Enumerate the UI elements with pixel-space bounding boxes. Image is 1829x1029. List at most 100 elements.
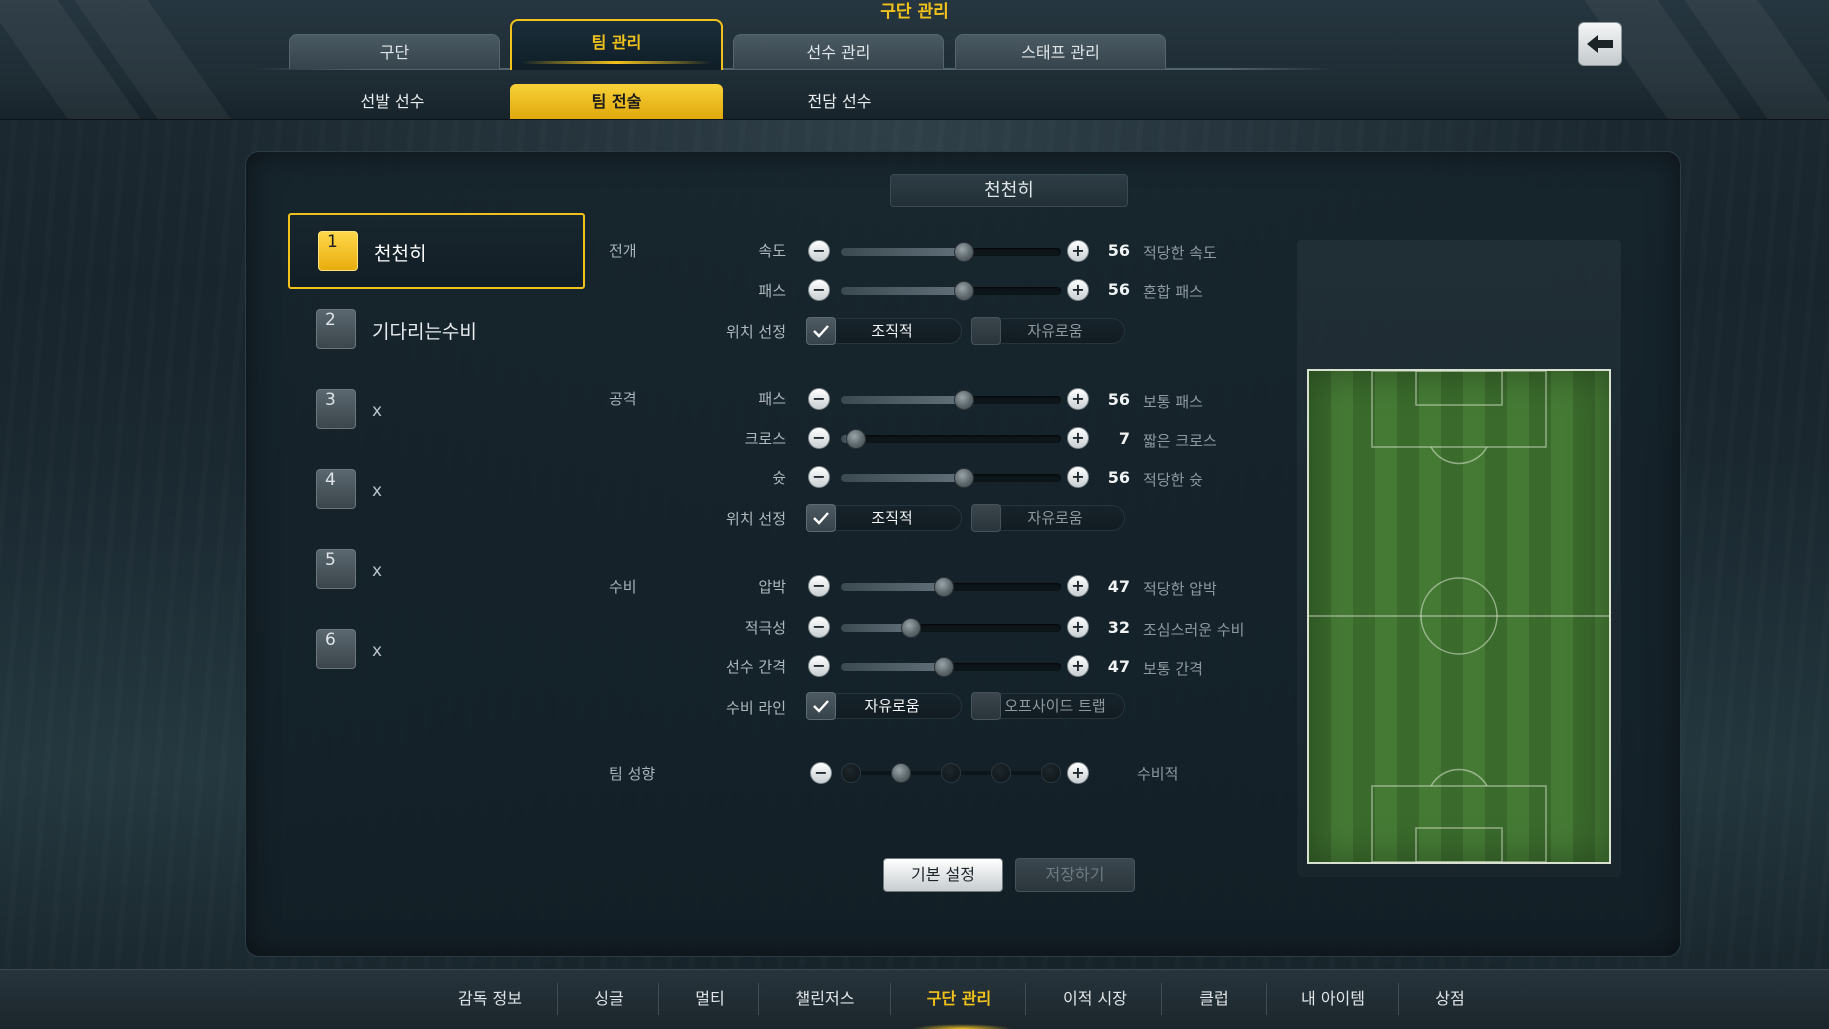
defense-width-slider[interactable] xyxy=(841,657,1061,677)
nav-my-items[interactable]: 내 아이템 xyxy=(1283,984,1383,1014)
save-button[interactable]: 저장하기 xyxy=(1015,858,1135,892)
row-label: 슛 xyxy=(772,469,786,487)
nav-divider xyxy=(1266,983,1267,1015)
slider-value: 47 xyxy=(1107,657,1130,676)
tactic-number-badge: 5 xyxy=(316,549,356,589)
nav-challengers[interactable]: 챌린저스 xyxy=(775,984,875,1014)
default-settings-button[interactable]: 기본 설정 xyxy=(883,858,1003,892)
increase-button[interactable]: + xyxy=(1067,388,1089,410)
row-label: 위치 선정 xyxy=(726,510,786,528)
nav-divider xyxy=(557,983,558,1015)
slider-description: 보통 간격 xyxy=(1143,660,1203,678)
slider-fill xyxy=(841,287,965,295)
slider-fill xyxy=(841,248,965,256)
tab-player-management[interactable]: 선수 관리 xyxy=(733,34,944,69)
slider-value: 32 xyxy=(1107,618,1130,637)
row-label: 선수 간격 xyxy=(726,658,786,676)
slider-value: 56 xyxy=(1107,390,1130,409)
decrease-button[interactable]: − xyxy=(808,240,830,262)
tactic-slot-2[interactable]: 2 기다리는수비 xyxy=(288,293,585,369)
row-label: 적극성 xyxy=(744,619,786,637)
checkbox-checked[interactable] xyxy=(806,317,836,345)
increase-button[interactable]: + xyxy=(1067,427,1089,449)
slider-description: 적당한 슛 xyxy=(1143,471,1203,489)
nav-transfer-market[interactable]: 이적 시장 xyxy=(1045,984,1145,1014)
tab-staff-management[interactable]: 스태프 관리 xyxy=(955,34,1166,69)
tactic-slot-4[interactable]: 4 x xyxy=(288,453,585,529)
slider-value: 56 xyxy=(1107,241,1130,260)
decrease-button[interactable]: − xyxy=(808,575,830,597)
tendency-step[interactable] xyxy=(841,763,861,783)
slider-description: 조심스러운 수비 xyxy=(1143,621,1245,639)
option-free[interactable]: 자유로움 xyxy=(822,693,962,719)
nav-club-management[interactable]: 구단 관리 xyxy=(909,984,1009,1014)
increase-button[interactable]: + xyxy=(1067,575,1089,597)
buildup-speed-slider[interactable] xyxy=(841,242,1061,262)
increase-button[interactable]: + xyxy=(1067,240,1089,262)
back-button[interactable] xyxy=(1578,22,1622,66)
tactic-name: x xyxy=(372,561,383,581)
subtab-starting-players[interactable]: 선발 선수 xyxy=(286,84,499,119)
attack-pass-slider[interactable] xyxy=(841,390,1061,410)
nav-divider xyxy=(890,983,891,1015)
decrease-button[interactable]: − xyxy=(808,616,830,638)
slider-fill xyxy=(841,663,945,671)
increase-button[interactable]: + xyxy=(1067,466,1089,488)
tendency-step[interactable] xyxy=(941,763,961,783)
checkbox-unchecked[interactable] xyxy=(971,317,1001,345)
decrease-button[interactable]: − xyxy=(808,279,830,301)
tab-team-management[interactable]: 팀 관리 xyxy=(510,19,723,70)
defense-aggression-slider[interactable] xyxy=(841,618,1061,638)
nav-shop[interactable]: 상점 xyxy=(1415,984,1485,1014)
tactic-name: 천천히 xyxy=(374,243,427,265)
nav-single[interactable]: 싱글 xyxy=(574,984,644,1014)
pitch-markings xyxy=(1309,371,1609,862)
tactic-slot-1[interactable]: 1 천천히 xyxy=(288,213,585,289)
option-organized[interactable]: 조직적 xyxy=(822,318,962,344)
attack-shot-slider[interactable] xyxy=(841,468,1061,488)
defense-pressure-slider[interactable] xyxy=(841,577,1061,597)
decrease-button[interactable]: − xyxy=(810,762,832,784)
attack-cross-slider[interactable] xyxy=(841,429,1061,449)
tendency-step[interactable] xyxy=(1041,763,1061,783)
decrease-button[interactable]: − xyxy=(808,466,830,488)
option-organized[interactable]: 조직적 xyxy=(822,505,962,531)
decrease-button[interactable]: − xyxy=(808,655,830,677)
option-free[interactable]: 자유로움 xyxy=(985,318,1125,344)
tactic-name: 기다리는수비 xyxy=(372,321,477,343)
nav-multi[interactable]: 멀티 xyxy=(675,984,745,1014)
nav-divider xyxy=(1398,983,1399,1015)
checkbox-unchecked[interactable] xyxy=(971,692,1001,720)
buildup-pass-slider[interactable] xyxy=(841,281,1061,301)
increase-button[interactable]: + xyxy=(1067,762,1089,784)
section-label-team-tendency: 팀 성향 xyxy=(609,765,656,783)
option-free[interactable]: 자유로움 xyxy=(985,505,1125,531)
option-offside-trap[interactable]: 오프사이드 트랩 xyxy=(985,693,1125,719)
checkbox-checked[interactable] xyxy=(806,504,836,532)
tendency-step[interactable] xyxy=(991,763,1011,783)
decrease-button[interactable]: − xyxy=(808,427,830,449)
tactic-slot-3[interactable]: 3 x xyxy=(288,373,585,449)
slider-description: 적당한 압박 xyxy=(1143,580,1217,598)
increase-button[interactable]: + xyxy=(1067,279,1089,301)
tendency-step[interactable] xyxy=(891,763,911,783)
subtab-team-tactics[interactable]: 팀 전술 xyxy=(510,84,723,119)
increase-button[interactable]: + xyxy=(1067,655,1089,677)
tactic-slot-6[interactable]: 6 x xyxy=(288,613,585,689)
soccer-pitch xyxy=(1307,369,1611,864)
decrease-button[interactable]: − xyxy=(808,388,830,410)
slider-description: 짧은 크로스 xyxy=(1143,432,1217,450)
nav-club[interactable]: 클럽 xyxy=(1178,984,1250,1014)
tactic-slot-5[interactable]: 5 x xyxy=(288,533,585,609)
nav-manager-info[interactable]: 감독 정보 xyxy=(440,984,540,1014)
increase-button[interactable]: + xyxy=(1067,616,1089,638)
row-label: 수비 라인 xyxy=(726,699,786,717)
subtab-set-piece-players[interactable]: 전담 선수 xyxy=(733,84,946,119)
checkbox-unchecked[interactable] xyxy=(971,504,1001,532)
tactic-number-badge: 6 xyxy=(316,629,356,669)
tactic-name: x xyxy=(372,641,383,661)
tab-club[interactable]: 구단 xyxy=(289,34,500,69)
tendency-description: 수비적 xyxy=(1137,765,1179,783)
tactic-number-badge: 1 xyxy=(318,231,358,271)
checkbox-checked[interactable] xyxy=(806,692,836,720)
